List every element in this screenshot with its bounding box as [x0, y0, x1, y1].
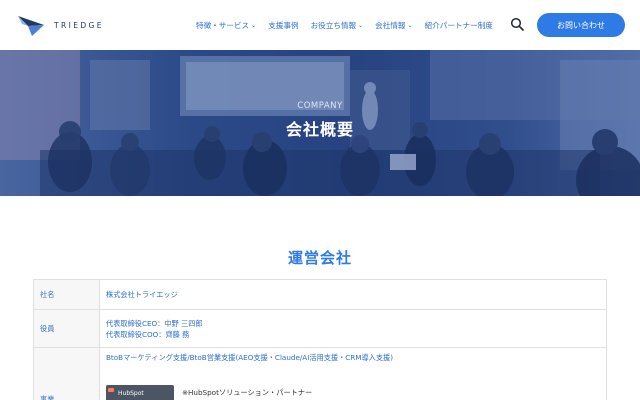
- chevron-down-icon: ⌄: [407, 21, 413, 29]
- hubspot-badge: HubSpot: [106, 385, 174, 400]
- nav-item-label: 特徴・サービス: [196, 20, 250, 30]
- row-value-business: BtoBマーケティング支援/BtoB営業支援(AEO支援・Claude/AI活用…: [99, 347, 607, 400]
- logo-text: TRIEDGE: [54, 20, 104, 30]
- row-label-business: 事業: [33, 347, 100, 400]
- site-logo[interactable]: TRIEDGE: [16, 12, 136, 38]
- business-description: BtoBマーケティング支援/BtoB営業支援(AEO支援・Claude/AI活用…: [106, 353, 394, 362]
- section-title: 運営会社: [287, 249, 352, 267]
- hero-banner: COMPANY 会社概要: [0, 50, 640, 196]
- row-value-executives: 代表取締役CEO：中野 三四郎 代表取締役COO：齊藤 務: [99, 309, 607, 348]
- nav-item-features[interactable]: 特徴・サービス ⌄: [196, 20, 256, 31]
- site-header: TRIEDGE 特徴・サービス ⌄ 支援事例 お役立ち情報 ⌄ 会社情報 ⌄ 紹…: [0, 0, 640, 50]
- nav-item-label: お役立ち情報: [310, 20, 357, 30]
- nav-item-resources[interactable]: お役立ち情報 ⌄: [311, 20, 364, 31]
- contact-button[interactable]: お問い合わせ: [537, 13, 625, 37]
- main-nav: 特徴・サービス ⌄ 支援事例 お役立ち情報 ⌄ 会社情報 ⌄ 紹介パートナー制度: [196, 18, 505, 32]
- company-name-text: 株式会社トライエッジ: [106, 290, 178, 299]
- triedge-logo-icon: [18, 16, 44, 36]
- nav-item-company[interactable]: 会社情報 ⌄: [375, 20, 412, 31]
- row-label-executives: 役員: [33, 309, 100, 348]
- company-info-table: 社名 株式会社トライエッジ 役員 代表取締役CEO：中野 三四郎 代表取締役CO…: [33, 279, 607, 400]
- executive-coo: 代表取締役COO：齊藤 務: [106, 329, 190, 339]
- chevron-down-icon: ⌄: [358, 21, 364, 29]
- nav-item-label: 支援事例: [268, 20, 299, 30]
- hubspot-badge-text: HubSpot: [118, 389, 144, 397]
- nav-item-cases[interactable]: 支援事例: [268, 20, 298, 31]
- partner-note: ※HubSpotソリューション・パートナー: [182, 388, 313, 397]
- nav-item-label: 会社情報: [375, 20, 406, 30]
- search-icon[interactable]: [510, 17, 524, 31]
- hero-subtitle: COMPANY: [297, 101, 343, 111]
- row-label-company-name: 社名: [33, 279, 100, 310]
- table-row: 役員 代表取締役CEO：中野 三四郎 代表取締役COO：齊藤 務: [33, 309, 607, 348]
- table-row: 事業 BtoBマーケティング支援/BtoB営業支援(AEO支援・Claude/A…: [33, 347, 607, 400]
- executive-ceo: 代表取締役CEO：中野 三四郎: [106, 318, 203, 328]
- page-title: 会社概要: [285, 120, 354, 139]
- nav-item-partner[interactable]: 紹介パートナー制度: [425, 20, 493, 31]
- row-value-company-name: 株式会社トライエッジ: [99, 279, 607, 310]
- hubspot-logo-icon: [108, 388, 114, 392]
- chevron-down-icon: ⌄: [251, 21, 257, 29]
- nav-item-label: 紹介パートナー制度: [424, 20, 493, 30]
- partner-info: HubSpot ※HubSpotソリューション・パートナー: [106, 385, 600, 400]
- table-row: 社名 株式会社トライエッジ: [33, 279, 607, 310]
